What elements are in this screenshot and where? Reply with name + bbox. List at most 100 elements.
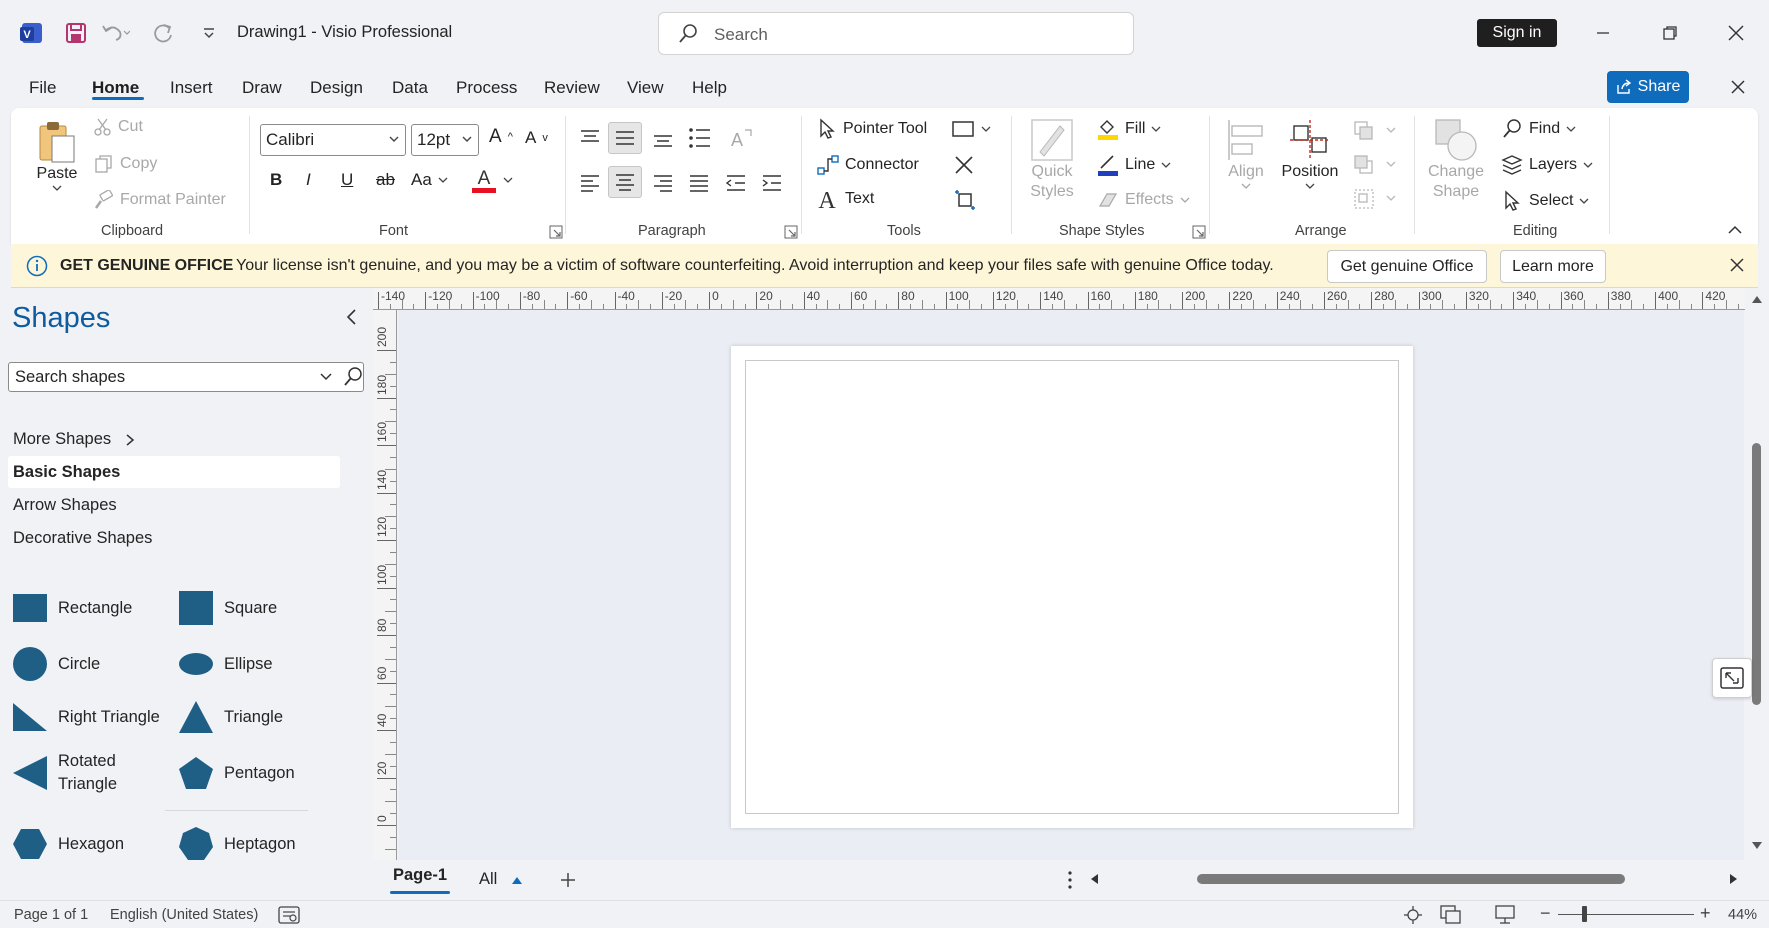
- dialog-launcher-icon[interactable]: [549, 225, 563, 239]
- paste-button[interactable]: Paste: [31, 120, 83, 192]
- add-page-icon[interactable]: [559, 871, 577, 889]
- decrease-font-size-icon[interactable]: Av: [525, 128, 548, 148]
- horizontal-scroll-thumb[interactable]: [1197, 874, 1625, 884]
- switch-windows-icon[interactable]: [1440, 905, 1462, 925]
- align-button[interactable]: Align: [1223, 118, 1269, 190]
- drawing-canvas[interactable]: [398, 310, 1744, 860]
- stencil-ellipse[interactable]: Ellipse: [178, 652, 273, 676]
- vertical-scrollbar[interactable]: [1745, 288, 1769, 860]
- tab-review[interactable]: Review: [544, 78, 600, 98]
- scroll-down-icon[interactable]: [1751, 841, 1763, 851]
- strikethrough-icon[interactable]: ab: [376, 170, 395, 190]
- scroll-right-icon[interactable]: [1729, 873, 1739, 885]
- zoom-slider[interactable]: [1558, 914, 1694, 915]
- get-genuine-office-button[interactable]: Get genuine Office: [1327, 250, 1487, 283]
- connector-button[interactable]: Connector: [817, 154, 919, 176]
- dialog-launcher-icon[interactable]: [1192, 225, 1206, 239]
- text-direction-icon[interactable]: A: [729, 126, 755, 150]
- customize-toolbar-icon[interactable]: [200, 20, 218, 46]
- category-arrow-shapes[interactable]: Arrow Shapes: [13, 496, 117, 515]
- undo-icon[interactable]: [100, 20, 130, 46]
- decrease-indent-icon[interactable]: [725, 173, 747, 193]
- learn-more-button[interactable]: Learn more: [1500, 250, 1606, 283]
- bullets-icon[interactable]: [688, 126, 712, 150]
- effects-button[interactable]: Effects: [1097, 190, 1190, 210]
- category-basic-shapes[interactable]: Basic Shapes: [13, 463, 120, 482]
- connection-point-icon[interactable]: [953, 188, 977, 212]
- close-banner-icon[interactable]: [1728, 256, 1746, 274]
- close-icon[interactable]: [1716, 14, 1756, 52]
- send-backward-icon[interactable]: [1353, 154, 1397, 176]
- tab-help[interactable]: Help: [692, 78, 727, 98]
- vertical-scroll-thumb[interactable]: [1752, 443, 1761, 705]
- language-status[interactable]: English (United States): [110, 907, 258, 923]
- search-input[interactable]: Search: [658, 12, 1134, 55]
- align-right-icon[interactable]: [652, 173, 674, 193]
- align-middle-selected[interactable]: [608, 122, 642, 154]
- bold-icon[interactable]: B: [270, 170, 282, 190]
- close-pane-icon[interactable]: [1725, 74, 1751, 100]
- share-button[interactable]: Share: [1607, 71, 1689, 103]
- tab-home[interactable]: Home: [92, 78, 139, 98]
- align-left-icon[interactable]: [579, 173, 601, 193]
- justify-icon[interactable]: [688, 173, 710, 193]
- align-top-icon[interactable]: [579, 128, 601, 148]
- copy-button[interactable]: Copy: [94, 154, 157, 174]
- align-center-selected[interactable]: [608, 166, 642, 198]
- zoom-slider-thumb[interactable]: [1582, 906, 1587, 922]
- sign-in-button[interactable]: Sign in: [1477, 19, 1557, 47]
- font-color-button[interactable]: A: [471, 166, 513, 194]
- redo-icon[interactable]: [150, 20, 176, 46]
- position-button[interactable]: Position: [1279, 118, 1341, 190]
- bring-forward-icon[interactable]: [1353, 120, 1397, 142]
- chevron-down-icon[interactable]: [319, 371, 333, 383]
- tab-view[interactable]: View: [627, 78, 664, 98]
- italic-icon[interactable]: I: [306, 170, 311, 190]
- search-shapes-input[interactable]: Search shapes: [8, 362, 364, 392]
- page-count-status[interactable]: Page 1 of 1: [14, 907, 88, 923]
- category-decorative-shapes[interactable]: Decorative Shapes: [13, 529, 152, 548]
- stencil-triangle[interactable]: Triangle: [178, 700, 283, 734]
- save-icon[interactable]: [62, 20, 90, 46]
- tab-process[interactable]: Process: [456, 78, 517, 98]
- stencil-right-triangle[interactable]: Right Triangle: [12, 702, 160, 732]
- select-button[interactable]: Select: [1501, 190, 1589, 212]
- line-tool-icon[interactable]: [953, 154, 975, 176]
- tab-draw[interactable]: Draw: [242, 78, 282, 98]
- text-tool-button[interactable]: A Text: [817, 186, 874, 212]
- cut-button[interactable]: Cut: [94, 118, 143, 136]
- underline-icon[interactable]: U: [341, 170, 353, 190]
- tab-design[interactable]: Design: [310, 78, 363, 98]
- minimize-icon[interactable]: [1583, 14, 1623, 52]
- quick-styles-button[interactable]: Quick Styles: [1023, 118, 1081, 202]
- dialog-launcher-icon[interactable]: [784, 225, 798, 239]
- layers-button[interactable]: Layers: [1501, 154, 1593, 176]
- group-icon[interactable]: [1353, 188, 1397, 210]
- drawing-page[interactable]: [731, 346, 1413, 828]
- scroll-left-icon[interactable]: [1089, 873, 1099, 885]
- fit-to-window-button[interactable]: [1712, 658, 1752, 698]
- find-button[interactable]: Find: [1501, 118, 1576, 140]
- pointer-tool-button[interactable]: Pointer Tool: [817, 118, 927, 140]
- stencil-rectangle[interactable]: Rectangle: [12, 593, 132, 623]
- change-case-button[interactable]: Aa: [411, 170, 448, 190]
- all-pages-button[interactable]: All: [479, 870, 523, 889]
- format-painter-button[interactable]: Format Painter: [94, 190, 226, 210]
- rectangle-tool-button[interactable]: [951, 120, 991, 138]
- stencil-rotated-triangle[interactable]: Rotated Triangle: [12, 750, 148, 796]
- more-shapes-item[interactable]: More Shapes: [13, 430, 135, 449]
- zoom-in-icon[interactable]: +: [1700, 903, 1711, 924]
- accessibility-icon[interactable]: [278, 906, 300, 924]
- more-options-icon[interactable]: [1067, 870, 1073, 890]
- zoom-level[interactable]: 44%: [1728, 907, 1757, 923]
- line-button[interactable]: Line: [1097, 154, 1171, 176]
- tab-file[interactable]: File: [29, 78, 56, 98]
- increase-font-size-icon[interactable]: A ^: [489, 126, 513, 148]
- collapse-pane-icon[interactable]: [345, 308, 359, 326]
- change-shape-button[interactable]: Change Shape: [1423, 118, 1489, 202]
- stencil-circle[interactable]: Circle: [12, 646, 100, 682]
- tab-data[interactable]: Data: [392, 78, 428, 98]
- font-size-select[interactable]: 12pt: [411, 124, 479, 156]
- pan-zoom-icon[interactable]: [1403, 905, 1423, 925]
- stencil-pentagon[interactable]: Pentagon: [178, 756, 295, 790]
